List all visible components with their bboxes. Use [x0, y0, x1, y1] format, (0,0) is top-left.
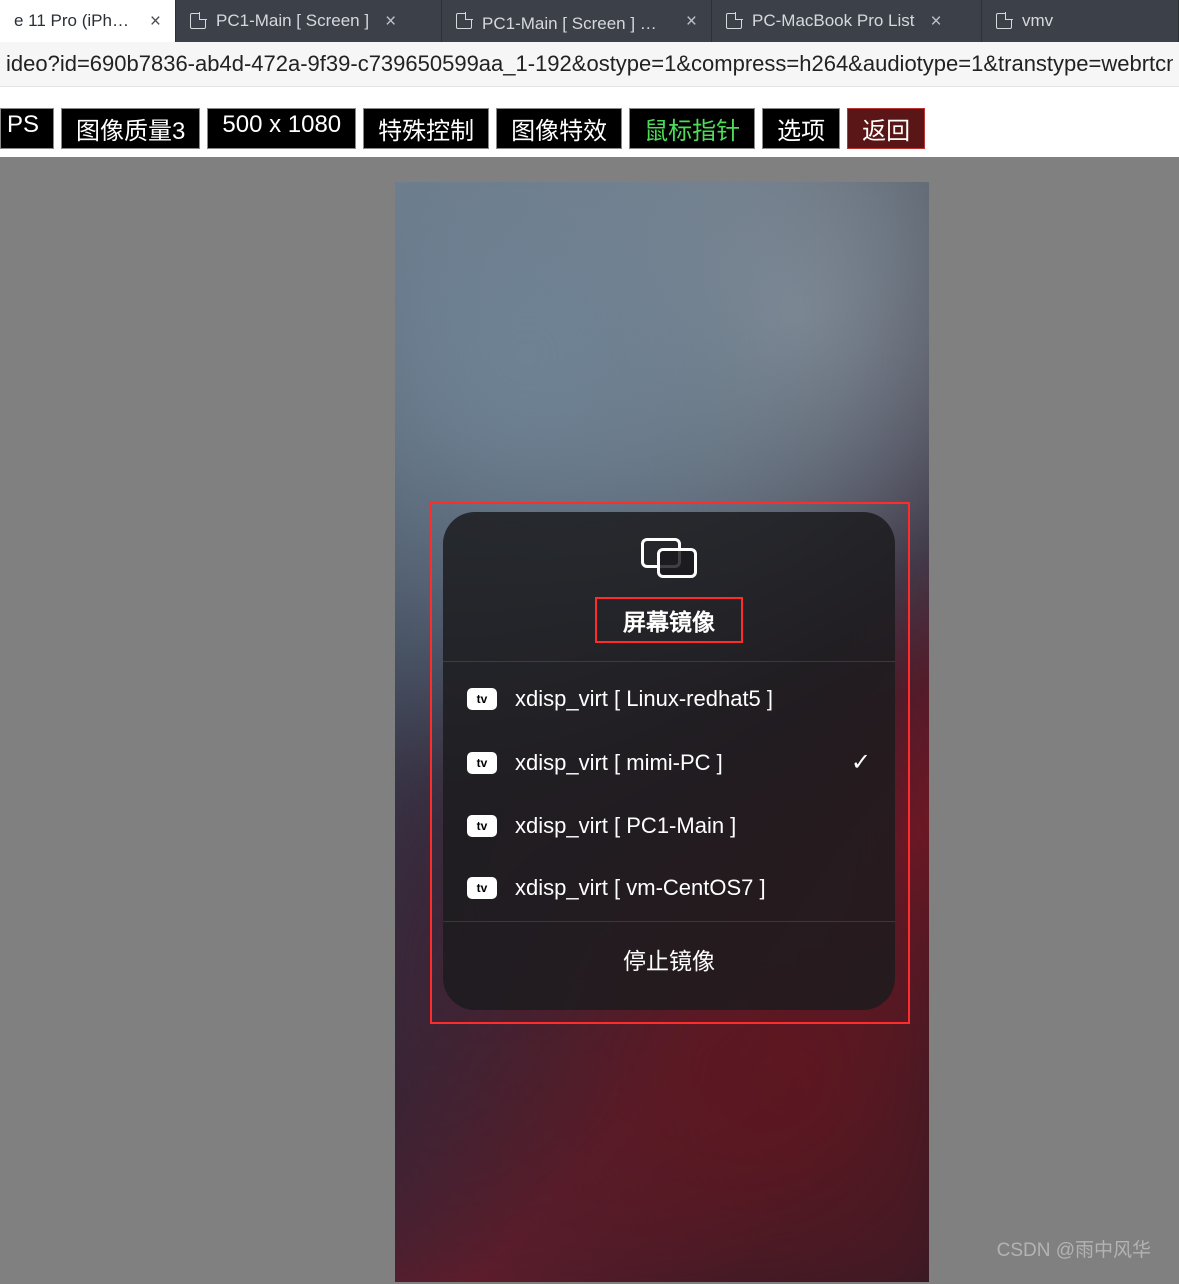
page-icon: [190, 13, 206, 29]
close-icon[interactable]: ×: [931, 12, 942, 31]
tab-title: PC1-Main [ Screen ]: [216, 11, 369, 31]
airplay-device[interactable]: tv xdisp_virt [ mimi-PC ] ✓: [443, 730, 895, 795]
back-button[interactable]: 返回: [847, 108, 925, 149]
appletv-icon: tv: [467, 752, 497, 774]
fps-button[interactable]: PS: [0, 108, 54, 149]
tab-title: PC-MacBook Pro List: [752, 11, 915, 31]
mouse-pointer-button[interactable]: 鼠标指针: [629, 108, 755, 149]
airplay-title: 屏幕镜像: [595, 597, 743, 643]
airplay-device[interactable]: tv xdisp_virt [ Linux-redhat5 ]: [443, 668, 895, 730]
browser-tab[interactable]: e 11 Pro (iPhone12,3 ×: [0, 0, 176, 42]
browser-tab[interactable]: PC-MacBook Pro List ×: [712, 0, 982, 42]
device-name: xdisp_virt [ vm-CentOS7 ]: [515, 875, 871, 901]
browser-tab[interactable]: PC1-Main [ Screen ] ×: [176, 0, 442, 42]
device-name: xdisp_virt [ PC1-Main ]: [515, 813, 871, 839]
close-icon[interactable]: ×: [686, 12, 697, 31]
watermark: CSDN @雨中风华: [997, 1235, 1151, 1262]
airplay-device[interactable]: tv xdisp_virt [ PC1-Main ]: [443, 795, 895, 857]
device-name: xdisp_virt [ Linux-redhat5 ]: [515, 686, 871, 712]
tab-title: PC1-Main [ Screen ] 苹果: [482, 9, 670, 34]
tab-title: e 11 Pro (iPhone12,3: [14, 11, 134, 31]
address-bar[interactable]: ideo?id=690b7836-ab4d-472a-9f39-c7396505…: [0, 42, 1179, 87]
resolution-button[interactable]: 500 x 1080: [207, 108, 356, 149]
close-icon[interactable]: ×: [385, 12, 396, 31]
options-button[interactable]: 选项: [762, 108, 840, 149]
airplay-device-list: tv xdisp_virt [ Linux-redhat5 ] tv xdisp…: [443, 662, 895, 921]
browser-tab-strip: e 11 Pro (iPhone12,3 × PC1-Main [ Screen…: [0, 0, 1179, 42]
appletv-icon: tv: [467, 688, 497, 710]
tab-title: vmv: [1022, 11, 1053, 31]
airplay-device[interactable]: tv xdisp_virt [ vm-CentOS7 ]: [443, 857, 895, 919]
control-toolbar: PS 图像质量3 500 x 1080 特殊控制 图像特效 鼠标指针 选项 返回: [0, 105, 1179, 157]
appletv-icon: tv: [467, 877, 497, 899]
screen-mirroring-icon: [641, 538, 697, 578]
airplay-panel: 屏幕镜像 tv xdisp_virt [ Linux-redhat5 ] tv …: [443, 512, 895, 1010]
page-icon: [726, 13, 742, 29]
checkmark-icon: ✓: [851, 748, 871, 777]
image-quality-button[interactable]: 图像质量3: [61, 108, 200, 149]
page-icon: [456, 13, 472, 29]
stop-mirroring-button[interactable]: 停止镜像: [443, 921, 895, 1000]
appletv-icon: tv: [467, 815, 497, 837]
browser-tab[interactable]: PC1-Main [ Screen ] 苹果 ×: [442, 0, 712, 42]
browser-tab[interactable]: vmv: [982, 0, 1179, 42]
close-icon[interactable]: ×: [150, 12, 161, 31]
airplay-header: 屏幕镜像: [443, 512, 895, 661]
device-name: xdisp_virt [ mimi-PC ]: [515, 750, 833, 776]
special-control-button[interactable]: 特殊控制: [363, 108, 489, 149]
page-icon: [996, 13, 1012, 29]
address-text: ideo?id=690b7836-ab4d-472a-9f39-c7396505…: [6, 51, 1173, 77]
image-effects-button[interactable]: 图像特效: [496, 108, 622, 149]
iphone-screen[interactable]: 屏幕镜像 tv xdisp_virt [ Linux-redhat5 ] tv …: [395, 182, 929, 1282]
remote-screen-stage: 屏幕镜像 tv xdisp_virt [ Linux-redhat5 ] tv …: [0, 157, 1179, 1284]
